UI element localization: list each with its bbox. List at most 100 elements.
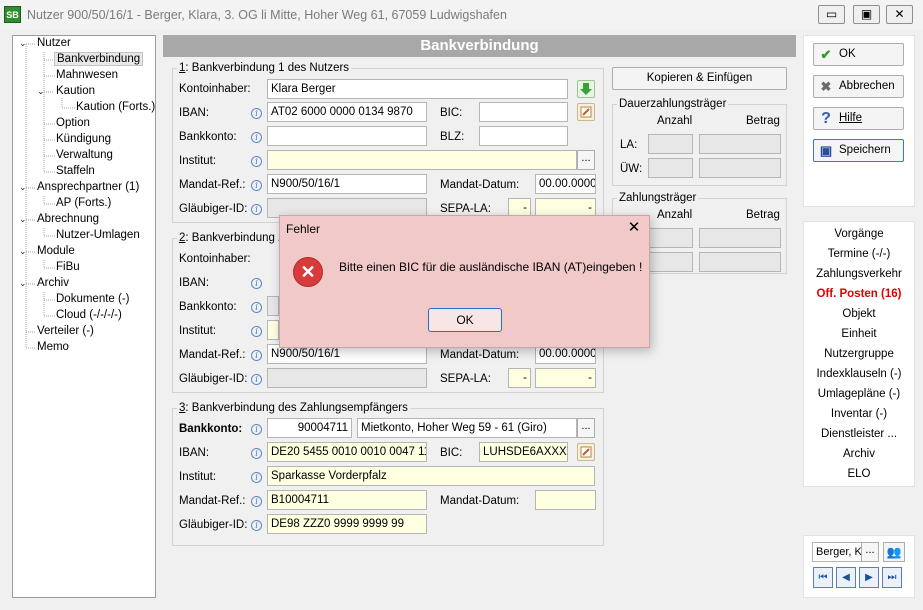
arrow-down-icon[interactable] (577, 80, 595, 98)
error-icon: ✕ (293, 257, 323, 287)
sepa-la-2-field-a[interactable]: - (508, 368, 531, 388)
previous-record-button[interactable]: ◀ (836, 567, 856, 588)
edit-icon[interactable] (577, 103, 595, 121)
chevron-down-icon[interactable]: ⌄ (19, 278, 27, 289)
bankkonto-3-field[interactable]: 90004711 (267, 418, 352, 438)
tree-item-nutzer-umlagen[interactable]: Nutzer-Umlagen (56, 229, 140, 241)
info-icon[interactable]: i (251, 496, 262, 507)
chevron-down-icon[interactable]: ⌄ (19, 182, 27, 193)
link-offene-posten[interactable]: Off. Posten (16) (804, 288, 914, 300)
link-termine[interactable]: Termine (-/-) (804, 248, 914, 260)
info-icon[interactable]: i (251, 302, 262, 313)
chevron-down-icon[interactable]: ⌄ (19, 246, 27, 257)
group-3-title: 3: Bankverbindung des Zahlungsempfängers (177, 402, 410, 414)
tree-item-mahnwesen[interactable]: Mahnwesen (56, 69, 118, 81)
link-indexklauseln[interactable]: Indexklauseln (-) (804, 368, 914, 380)
tree-item-kaution[interactable]: Kaution (56, 85, 95, 97)
blz-field[interactable] (479, 126, 568, 146)
link-dienstleister[interactable]: Dienstleister ... (804, 428, 914, 440)
dialog-ok-button[interactable]: OK (428, 308, 502, 332)
link-nutzergruppe[interactable]: Nutzergruppe (804, 348, 914, 360)
edit-icon[interactable] (577, 443, 595, 461)
info-icon[interactable]: i (251, 132, 262, 143)
institut-lookup-button[interactable]: ... (577, 150, 595, 170)
restore-button[interactable]: ▣ (853, 5, 880, 24)
current-user-field[interactable]: Berger, K (812, 542, 862, 562)
tree-item-kaution-forts[interactable]: Kaution (Forts.) (76, 101, 155, 113)
users-icon[interactable]: 👥 (883, 542, 905, 562)
link-einheit[interactable]: Einheit (804, 328, 914, 340)
info-icon[interactable]: i (251, 204, 262, 215)
tree-item-memo[interactable]: Memo (37, 341, 69, 353)
institut-field[interactable] (267, 150, 577, 170)
iban-3-field[interactable]: DE20 5455 0010 0010 0047 11 (267, 442, 427, 462)
info-icon[interactable]: i (251, 278, 262, 289)
mandat-ref-3-field[interactable]: B10004711 (267, 490, 427, 510)
tree-item-ansprechpartner[interactable]: Ansprechpartner (1) (37, 181, 139, 193)
link-zahlungsverkehr[interactable]: Zahlungsverkehr (804, 268, 914, 280)
ok-button[interactable]: ✔ OK (813, 43, 904, 66)
link-umlageplaene[interactable]: Umlagepläne (-) (804, 388, 914, 400)
bankkonto-3-description[interactable]: Mietkonto, Hoher Weg 59 - 61 (Giro) (357, 418, 577, 438)
first-record-button[interactable]: ⏮ (813, 567, 833, 588)
institut-2-field[interactable] (267, 320, 279, 340)
tree-item-dokumente[interactable]: Dokumente (-) (56, 293, 130, 305)
tree-item-kuendigung[interactable]: Kündigung (56, 133, 111, 145)
info-icon[interactable]: i (251, 350, 262, 361)
info-icon[interactable]: i (251, 424, 262, 435)
info-icon[interactable]: i (251, 448, 262, 459)
link-inventar[interactable]: Inventar (-) (804, 408, 914, 420)
tree-item-option[interactable]: Option (56, 117, 90, 129)
info-icon[interactable]: i (251, 520, 262, 531)
link-objekt[interactable]: Objekt (804, 308, 914, 320)
tree-item-nutzer[interactable]: Nutzer (37, 37, 71, 49)
bic-3-field[interactable]: LUHSDE6AXXX (479, 442, 568, 462)
tree-item-fibu[interactable]: FiBu (56, 261, 80, 273)
bankkonto-field[interactable] (267, 126, 427, 146)
chevron-down-icon[interactable]: ⌄ (19, 214, 27, 225)
info-icon[interactable]: i (251, 374, 262, 385)
iban-field[interactable]: AT02 6000 0000 0134 9870 (267, 102, 427, 122)
tree-item-archiv[interactable]: Archiv (37, 277, 69, 289)
copy-paste-button[interactable]: Kopieren & Einfügen (612, 67, 787, 90)
cancel-button[interactable]: ✖ Abbrechen (813, 75, 904, 98)
minimize-button[interactable]: ▭ (818, 5, 845, 24)
tree-item-abrechnung[interactable]: Abrechnung (37, 213, 99, 225)
close-button[interactable]: ✕ (886, 5, 913, 24)
chevron-down-icon[interactable]: ⌄ (37, 86, 45, 97)
mandat-ref-field[interactable]: N900/50/16/1 (267, 174, 427, 194)
chevron-down-icon[interactable]: ⌄ (19, 38, 27, 49)
mandat-datum-3-field[interactable] (535, 490, 596, 510)
bankkonto-lookup-button[interactable]: ... (577, 418, 595, 438)
info-icon[interactable]: i (251, 472, 262, 483)
kontoinhaber-field[interactable]: Klara Berger (267, 79, 568, 99)
info-icon[interactable]: i (251, 180, 262, 191)
bankkonto-2-field[interactable] (267, 296, 279, 316)
link-elo[interactable]: ELO (804, 468, 914, 480)
page-title: Bankverbindung (163, 35, 796, 57)
link-vorgaenge[interactable]: Vorgänge (804, 228, 914, 240)
bic-field[interactable] (479, 102, 568, 122)
tree-item-module[interactable]: Module (37, 245, 75, 257)
info-icon[interactable]: i (251, 326, 262, 337)
glaeubiger-3-field[interactable]: DE98 ZZZ0 9999 9999 99 (267, 514, 427, 534)
tree-item-bankverbindung[interactable]: Bankverbindung (54, 52, 144, 66)
tree-item-verwaltung[interactable]: Verwaltung (56, 149, 113, 161)
save-button[interactable]: ▣ Speichern (813, 139, 904, 162)
user-lookup-button[interactable]: ... (861, 542, 879, 562)
tree-item-cloud[interactable]: Cloud (-/-/-/-) (56, 309, 122, 321)
tree-item-staffeln[interactable]: Staffeln (56, 165, 95, 177)
last-record-button[interactable]: ⏭ (882, 567, 902, 588)
link-archiv[interactable]: Archiv (804, 448, 914, 460)
sepa-la-2-field-b[interactable]: - (535, 368, 596, 388)
info-icon[interactable]: i (251, 156, 262, 167)
institut-3-field[interactable]: Sparkasse Vorderpfalz (267, 466, 595, 486)
next-record-button[interactable]: ▶ (859, 567, 879, 588)
help-button[interactable]: ? Hilfe (813, 107, 904, 130)
dialog-close-icon[interactable]: ✕ (625, 219, 643, 237)
mandat-datum-field[interactable]: 00.00.0000 (535, 174, 596, 194)
tree-item-verteiler[interactable]: Verteiler (-) (37, 325, 94, 337)
glaeubiger-2-field[interactable] (267, 368, 427, 388)
info-icon[interactable]: i (251, 108, 262, 119)
tree-item-ap-forts[interactable]: AP (Forts.) (56, 197, 111, 209)
